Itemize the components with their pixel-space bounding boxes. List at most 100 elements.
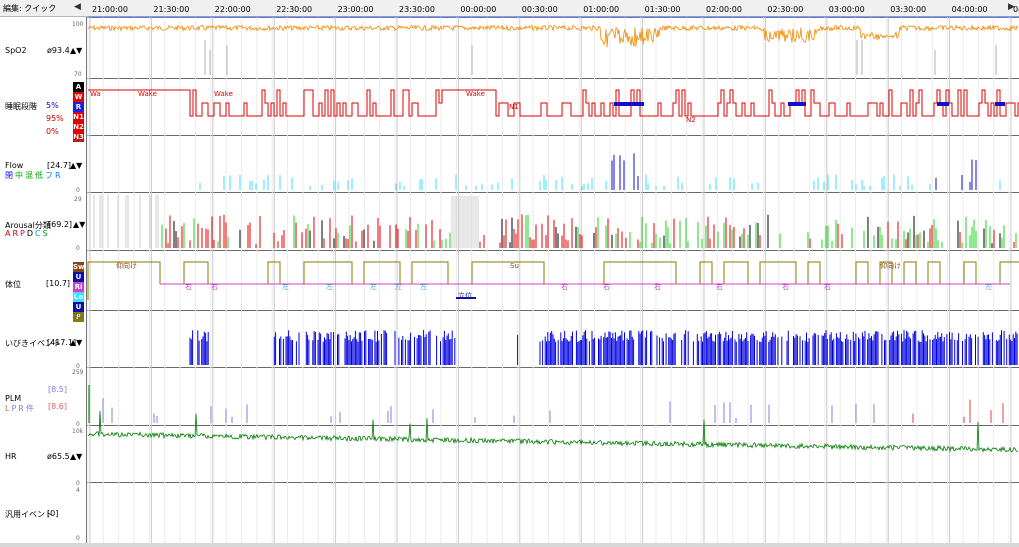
spo2-trace [87, 24, 1019, 48]
sleep-stage-annotation: N1 [509, 103, 519, 111]
plm-legend-p: P [11, 404, 17, 413]
hr-label: HR [5, 452, 17, 461]
position-annotation: 立位 [458, 291, 472, 300]
rem-segment [937, 102, 949, 106]
hr-scale-arrows[interactable]: ▲▼ [70, 452, 82, 461]
stage-box-r: R [73, 102, 84, 112]
position-annotation: 右 [716, 282, 723, 291]
arousal-legend-r: R [12, 229, 19, 238]
hr-scale-bottom: 0 [76, 480, 80, 487]
arousal-scale-arrows[interactable]: ▲▼ [73, 220, 85, 229]
row-separator [0, 482, 1019, 483]
rem-segment [995, 102, 1005, 106]
sleep-stage-annotation: Wake [214, 90, 233, 98]
snore-scale-arrows[interactable]: ▲▼ [70, 338, 82, 347]
sleep-stage-annotation: Wa [90, 90, 101, 98]
position-annotation: Su [510, 262, 519, 270]
hr-scale-top: 10k [72, 428, 84, 435]
generic-event-label: 汎用イベント [5, 510, 53, 519]
time-tick-label: 00:30:00 [522, 5, 558, 14]
pos-box-le: Le [73, 292, 84, 302]
rem-segment [614, 102, 644, 106]
row-separator [0, 78, 1019, 79]
row-separator [0, 425, 1019, 426]
spo2-value: ø93.4 [47, 46, 70, 55]
flow-label: Flow [5, 161, 24, 170]
time-tick-label: 02:00:00 [706, 5, 742, 14]
horizontal-scrollbar[interactable] [0, 543, 1019, 547]
snore-scale-top: 100 [72, 313, 84, 320]
row-separator [0, 192, 1019, 193]
spo2-scale-top: 100 [72, 21, 84, 28]
pos-box-u: U [73, 272, 84, 282]
rem-segment [788, 102, 806, 106]
channel-panel: SpO2 ø93.4 ▲▼ 100 70 睡眠段階 5% 95% 0% A W … [0, 17, 87, 543]
flow-legend: 閉中混低フR [5, 170, 63, 181]
position-annotation: 仰向け [880, 261, 901, 270]
plm-scale-bottom: 0 [76, 421, 80, 428]
time-tick-label: 01:00:00 [583, 5, 619, 14]
arousal-legend-d: D [26, 229, 34, 238]
arousal-legend-s: S [42, 229, 48, 238]
flow-value: [24.7] [47, 161, 72, 170]
signal-plot[interactable]: 21:00:00 21:30:00 22:00:00 22:30:00 23:00:00… [0, 0, 1019, 547]
flow-legend-central: 中 [15, 171, 23, 180]
time-tick-label: 23:00:00 [338, 5, 374, 14]
time-tick-label: 04:00:00 [952, 5, 988, 14]
arousal-scale-bottom: 0 [76, 245, 80, 252]
sleep-stage-label: 睡眠段階 [5, 102, 37, 111]
position-annotation: 右 [603, 282, 610, 291]
time-tick-label: 23:30:00 [399, 5, 435, 14]
position-annotation: 左 [370, 282, 377, 291]
stage-box-a: A [73, 82, 84, 92]
flow-scale-top: 75 [74, 137, 82, 144]
pos-box-ri: Ri [73, 282, 84, 292]
time-tick-label: 22:00:00 [215, 5, 251, 14]
sleep-pct-1: 5% [46, 101, 59, 110]
position-annotation: 左 [395, 282, 402, 291]
flow-legend-fu: フ [45, 171, 53, 180]
sleep-stage-annotation: N2 [686, 116, 696, 124]
plm-legend-l: L [5, 404, 10, 413]
position-value: [10.7] [46, 279, 71, 288]
position-annotation: 左 [420, 282, 427, 291]
position-annotation: 右 [211, 282, 218, 291]
spo2-scale-arrows[interactable]: ▲▼ [70, 46, 82, 55]
position-label: 体位 [5, 280, 21, 289]
position-annotation: 左 [985, 282, 992, 291]
row-separator [0, 135, 1019, 136]
stage-box-n2: N2 [73, 122, 84, 132]
stage-box-n1: N1 [73, 112, 84, 122]
arousal-legend: ARPDCS [5, 229, 50, 238]
arousal-value: [69.2] [48, 220, 73, 229]
time-tick-label: 21:30:00 [153, 5, 189, 14]
hr-trace [87, 410, 1019, 453]
plm-label: PLM [5, 394, 22, 403]
position-annotation: 右 [561, 282, 568, 291]
spo2-scale-bottom: 70 [74, 71, 82, 78]
generic-scale-top: 4 [76, 487, 80, 494]
position-annotation: 右 [654, 282, 661, 291]
arousal-legend-a: A [5, 229, 11, 238]
plm-legend: LPR件 [5, 403, 36, 414]
generic-event-value: [0] [47, 509, 59, 518]
flow-legend-closed: 閉 [5, 171, 13, 180]
sleep-pct-2: 95% [46, 114, 64, 123]
flow-scale-arrows[interactable]: ▲▼ [70, 161, 82, 170]
pos-box-sw: Sw [73, 262, 85, 272]
position-annotation: 左 [282, 282, 289, 291]
arousal-legend-c: C [35, 229, 41, 238]
time-tick-label: 01:30:00 [645, 5, 681, 14]
time-tick-label: 22:30:00 [276, 5, 312, 14]
arousal-legend-p: P [20, 229, 25, 238]
pos-box-u2: U [73, 302, 84, 312]
row-separator [0, 367, 1019, 368]
position-annotation: 仰向け [116, 261, 137, 270]
time-tick-label: 04:30:00 [1013, 5, 1019, 14]
stage-box-w: W [73, 92, 84, 102]
position-annotation: 左 [326, 282, 333, 291]
plm-legend-count: 件 [25, 404, 34, 413]
plm-scale-top: 259 [72, 369, 84, 376]
row-separator [0, 310, 1019, 311]
time-tick-label: 03:00:00 [829, 5, 865, 14]
